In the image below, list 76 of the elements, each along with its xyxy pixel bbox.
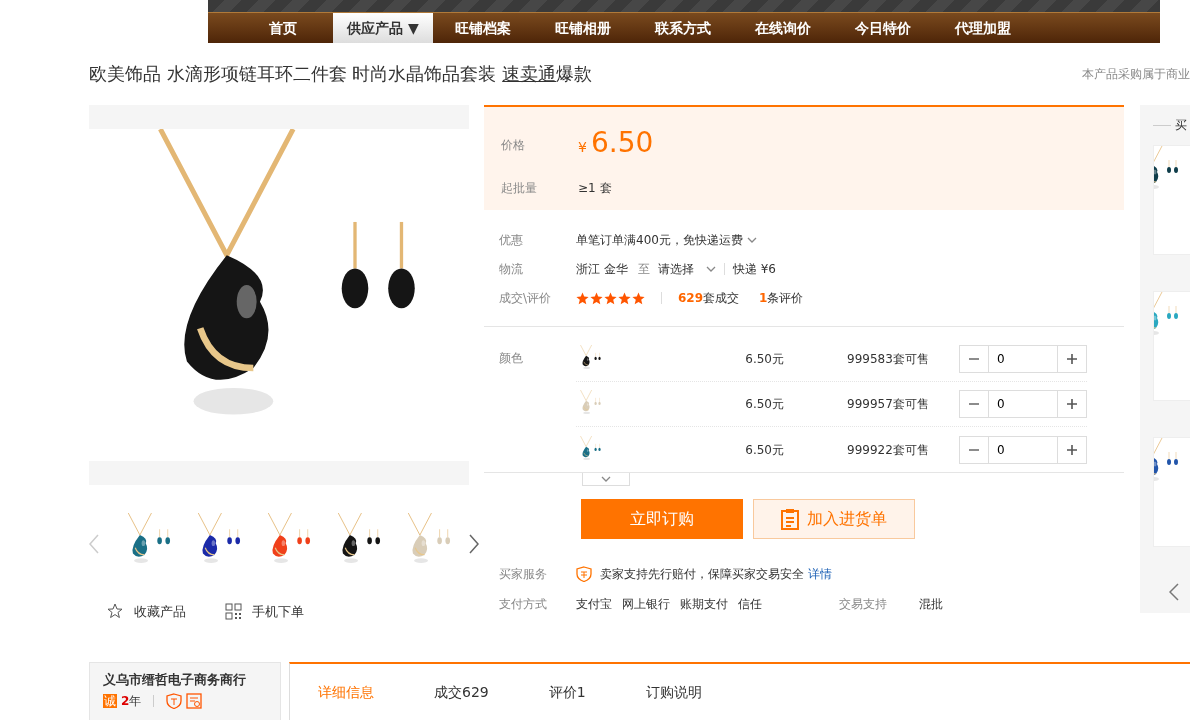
field-value: 混批: [919, 596, 943, 613]
shipping-text: 快递 ¥6: [732, 261, 776, 278]
field-label: 交易支持: [839, 596, 888, 613]
shield-icon: [166, 692, 183, 709]
nav-tab[interactable]: 代理加盟: [933, 13, 1033, 43]
previous-icon[interactable]: [1169, 583, 1179, 601]
service-text: 卖家支持先行赔付，保障买家交易安全: [600, 566, 804, 583]
field-label: 成交\评价: [499, 290, 553, 307]
field-value: ≥1 套: [578, 180, 612, 197]
sku-price: 6.50元: [744, 441, 784, 459]
nav-tab[interactable]: 首页: [233, 13, 333, 43]
field-label: 颜色: [499, 350, 524, 367]
deals-count[interactable]: 629套成交: [678, 289, 740, 307]
quantity-stepper[interactable]: 0: [959, 345, 1087, 373]
payment-method: 支付宝: [576, 596, 612, 613]
field-label: 起批量: [501, 180, 538, 197]
sku-price: 6.50元: [744, 351, 784, 368]
payment-method: 信任: [738, 596, 762, 613]
quantity-field[interactable]: 0: [988, 436, 1058, 463]
star-icon: [632, 291, 645, 305]
tab[interactable]: 成交629: [434, 681, 489, 703]
clipboard-icon: [781, 508, 799, 530]
plus-icon: [1066, 443, 1078, 456]
stock-text: 999583套可售: [847, 351, 929, 368]
chevron-down-icon[interactable]: [746, 237, 757, 243]
payment-method: 网上银行: [622, 596, 670, 613]
next-icon[interactable]: [469, 534, 479, 554]
promo-text: 单笔订单满400元，免快递运费: [576, 232, 743, 249]
field-label: 物流: [499, 261, 524, 278]
nav-tab[interactable]: 供应产品 ▼: [333, 13, 433, 43]
field-label: 价格: [501, 137, 526, 154]
star-icon: [576, 291, 589, 305]
nav-tab[interactable]: 在线询价: [733, 13, 833, 43]
origin-text: 浙江 金华: [576, 261, 628, 278]
shop-name[interactable]: 义乌市缙哲电子商务商行: [103, 671, 280, 688]
sku-price: 6.50元: [744, 396, 784, 413]
membership-years: 2年: [121, 692, 142, 709]
star-icon: [604, 291, 617, 305]
quantity-field[interactable]: 0: [988, 346, 1058, 372]
notice-text: 本产品采购属于商业: [1082, 66, 1190, 83]
destination-select[interactable]: 请选择: [657, 260, 716, 278]
stock-text: 999922套可售: [847, 441, 929, 459]
chevron-down-icon: [601, 476, 611, 482]
panel-title: 买: [1175, 117, 1187, 133]
stock-text: 999957套可售: [847, 396, 929, 413]
nav-tab[interactable]: 今日特价: [833, 13, 933, 43]
shield-icon: [576, 566, 592, 582]
chevron-down-icon: [705, 266, 716, 272]
to-text: 至: [637, 261, 650, 278]
qr-code-icon: [225, 603, 242, 621]
quantity-field[interactable]: 0: [988, 391, 1058, 417]
star-icon: [618, 291, 631, 305]
tab[interactable]: 评价1: [548, 681, 586, 703]
tab[interactable]: 订购说明: [645, 681, 702, 703]
nav-tab[interactable]: 旺铺档案: [433, 13, 533, 43]
quantity-stepper[interactable]: 0: [959, 390, 1087, 418]
action-link[interactable]: 手机下单: [252, 602, 304, 622]
plus-icon: [1066, 353, 1078, 365]
nav-tab[interactable]: 联系方式: [633, 13, 733, 43]
title-link[interactable]: 速卖通: [502, 63, 557, 85]
action-link[interactable]: 收藏产品: [134, 602, 186, 622]
field-label: 买家服务: [499, 566, 548, 583]
star-icon: [590, 291, 603, 305]
product-title: 欧美饰品 水滴形项链耳环二件套 时尚水晶饰品套装 速卖通爆款: [89, 63, 593, 85]
trust-badge: 诚: [103, 693, 117, 708]
nav-tab[interactable]: 旺铺相册: [533, 13, 633, 43]
details-link[interactable]: 详情: [808, 565, 832, 583]
reviews-count[interactable]: 1条评价: [759, 289, 804, 307]
field-label: 支付方式: [499, 596, 548, 613]
quantity-stepper[interactable]: 0: [959, 435, 1087, 464]
price-value: ¥6.50: [578, 125, 654, 161]
plus-icon: [1066, 398, 1078, 410]
payment-method: 账期支付: [680, 596, 728, 613]
certificate-icon: [186, 692, 203, 709]
field-label: 优惠: [499, 232, 524, 249]
star-icon: [107, 603, 124, 621]
